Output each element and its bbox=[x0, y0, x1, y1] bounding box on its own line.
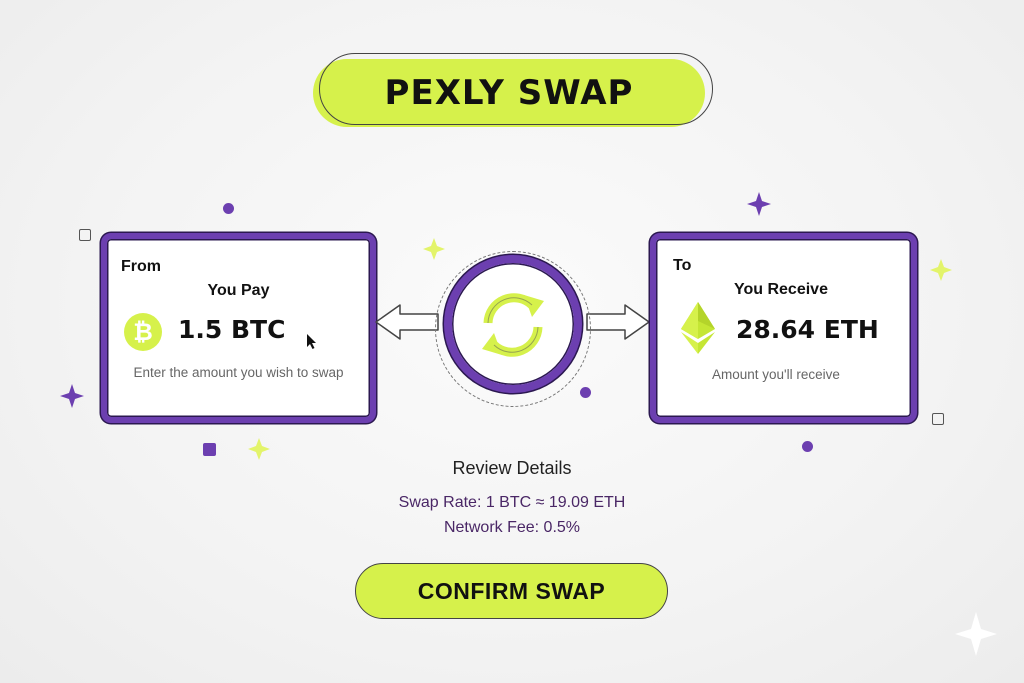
decor-square-purple bbox=[203, 443, 216, 456]
from-label: From bbox=[121, 258, 161, 275]
swap-rate-text: Swap Rate: 1 BTC ≈ 19.09 ETH bbox=[398, 494, 626, 511]
decor-square bbox=[932, 413, 944, 425]
to-label: To bbox=[673, 257, 692, 274]
swap-arrows-icon bbox=[482, 293, 544, 357]
decor-dot bbox=[802, 441, 813, 452]
network-fee-text: Network Fee: 0.5% bbox=[443, 519, 581, 536]
pay-amount-input[interactable]: 1.5 BTC bbox=[178, 315, 285, 344]
decor-dot bbox=[580, 387, 591, 398]
sparkle-icon bbox=[955, 612, 997, 656]
receive-amount: 28.64 ETH bbox=[736, 315, 879, 344]
you-receive-heading: You Receive bbox=[734, 281, 828, 298]
bitcoin-icon: ₿ bbox=[124, 313, 162, 351]
bitcoin-symbol: ₿ bbox=[133, 317, 153, 346]
to-card: To You Receive 28.64 ETH Amount you'll r… bbox=[650, 233, 917, 423]
cursor-icon bbox=[307, 334, 316, 349]
pay-amount-hint: Enter the amount you wish to swap bbox=[133, 365, 344, 380]
receive-amount-hint: Amount you'll receive bbox=[712, 367, 840, 382]
swap-button[interactable] bbox=[444, 255, 582, 393]
ethereum-icon bbox=[681, 302, 715, 354]
from-card: From You Pay ₿ 1.5 BTC Enter the amount … bbox=[101, 233, 376, 423]
decor-square bbox=[79, 229, 91, 241]
arrow-left-icon bbox=[375, 304, 439, 340]
you-pay-heading: You Pay bbox=[207, 282, 270, 299]
decor-dot bbox=[223, 203, 234, 214]
arrow-right-icon bbox=[586, 304, 650, 340]
review-details-title: Review Details bbox=[452, 458, 572, 478]
confirm-swap-button[interactable]: CONFIRM SWAP bbox=[355, 563, 668, 619]
